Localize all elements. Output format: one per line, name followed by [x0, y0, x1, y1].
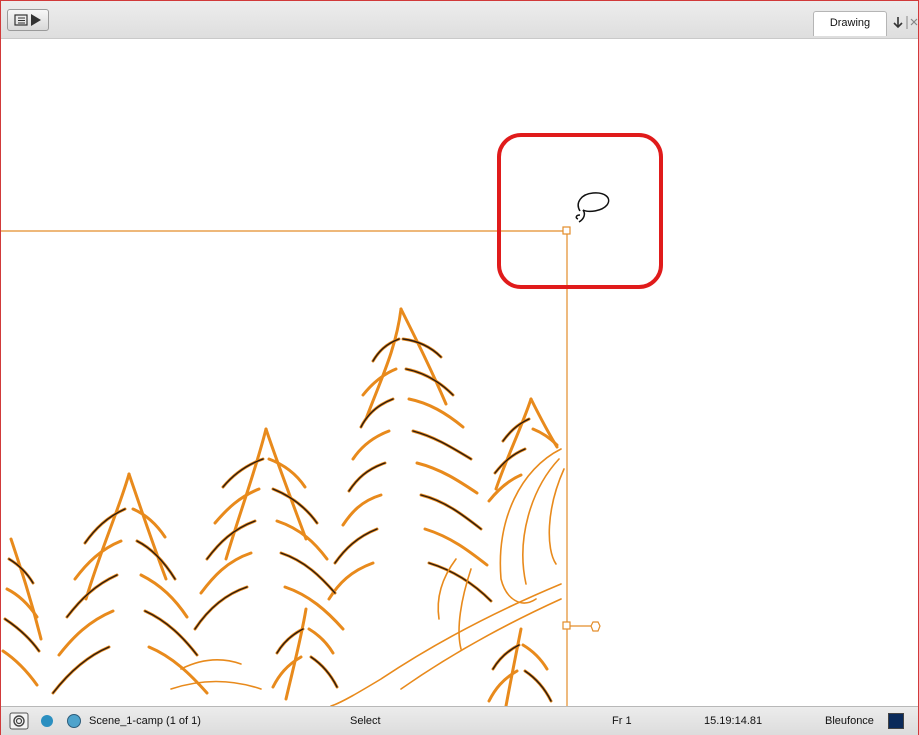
bbox-side-handle: [562, 621, 571, 630]
bbox-rotate-handle: [590, 621, 601, 632]
tree-drawing: [1, 307, 565, 706]
top-toolbar: Drawing: [1, 1, 918, 39]
arrow-close-icon: [893, 16, 918, 29]
light-table-button[interactable]: [39, 712, 55, 730]
tab-controls[interactable]: [892, 14, 918, 32]
timecode-label: 15.19:14.81: [704, 715, 763, 727]
tab-drawing[interactable]: Drawing: [813, 11, 887, 36]
status-bar: Scene_1-camp (1 of 1) Select Fr 1 15.19:…: [1, 706, 918, 735]
scene-dot-icon: [67, 714, 81, 728]
current-color-swatch[interactable]: [888, 713, 904, 729]
highlight-box: [497, 133, 663, 289]
onion-skin-icon: [9, 712, 29, 730]
onion-skin-button[interactable]: [9, 712, 29, 730]
tool-label: Select: [350, 715, 381, 727]
blue-dot-icon: [41, 715, 53, 727]
drawing-artwork: [1, 192, 610, 706]
menu-play-icon: [14, 14, 41, 26]
frame-label: Fr 1: [612, 715, 632, 727]
scene-status-button[interactable]: [65, 712, 83, 730]
toolbar-strip: [1, 1, 918, 39]
scene-label: Scene_1-camp (1 of 1): [89, 715, 201, 727]
view-menu-button[interactable]: [7, 9, 49, 31]
color-name-label: Bleufonce: [825, 715, 874, 727]
drawing-canvas[interactable]: [1, 39, 918, 706]
